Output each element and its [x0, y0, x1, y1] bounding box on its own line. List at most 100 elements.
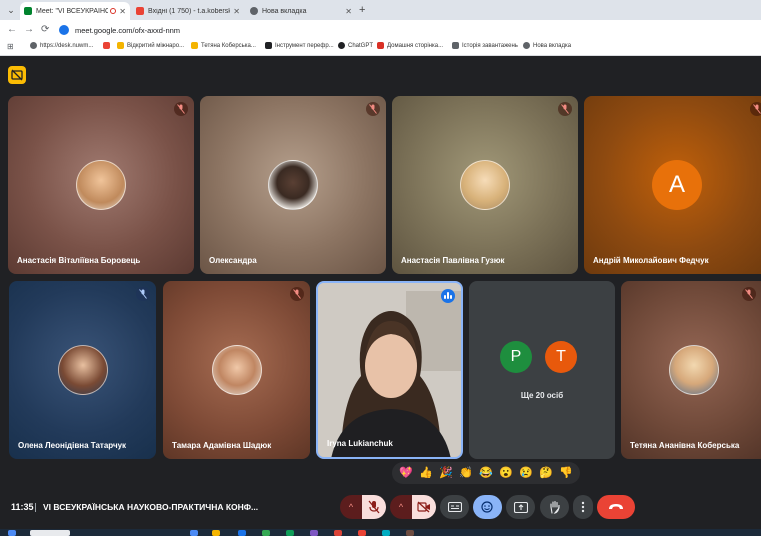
- participant-tile[interactable]: Анастасія Віталіївна Боровець: [8, 96, 194, 274]
- participant-tile[interactable]: Тетяна Ананівна Коберська: [621, 281, 761, 459]
- reactions-bar: 💖 👍 🎉 👏 😂 😮 😢 🤔 👎: [392, 462, 580, 484]
- captions-off-button[interactable]: [8, 66, 26, 84]
- chrome-favicon-icon: [250, 7, 258, 15]
- mic-off-icon: [750, 102, 761, 116]
- tab-label: Meet: "VI ВСЕУКРАЇНСЬКА: [36, 7, 109, 15]
- download-icon: [452, 42, 459, 49]
- avatar: [460, 160, 510, 210]
- bookmark-item[interactable]: [103, 42, 113, 49]
- bookmark-item[interactable]: Історія завантажень: [452, 42, 518, 49]
- search-box[interactable]: [30, 530, 70, 536]
- participant-tile[interactable]: Олена Леонідівна Татарчук: [9, 281, 156, 459]
- site-info-icon[interactable]: [59, 25, 69, 35]
- taskbar-app-icon[interactable]: [382, 530, 390, 536]
- participant-name: Андрій Миколайович Федчук: [593, 256, 709, 265]
- video-feed: [318, 283, 461, 457]
- reaction-thinking[interactable]: 🤔: [539, 466, 553, 480]
- participant-name: Олександра: [209, 256, 257, 265]
- avatar: [268, 160, 318, 210]
- bookmark-item[interactable]: https://desk.nuwm...: [30, 42, 93, 49]
- reaction-heart[interactable]: 💖: [399, 466, 413, 480]
- browser-tab-bar: ⌄ Meet: "VI ВСЕУКРАЇНСЬКА ✕ Вхідні (1 75…: [0, 0, 761, 20]
- participant-tile[interactable]: Анастасія Павлівна Гузюк: [392, 96, 578, 274]
- taskbar-app-icon[interactable]: [406, 530, 414, 536]
- reaction-clap[interactable]: 👏: [459, 466, 473, 480]
- mic-off-icon: [136, 287, 150, 301]
- taskbar-app-icon[interactable]: [358, 530, 366, 536]
- globe-icon: [30, 42, 37, 49]
- taskbar-app-icon[interactable]: [190, 530, 198, 536]
- meet-favicon-icon: [24, 7, 32, 15]
- tab-label: Нова вкладка: [262, 7, 307, 15]
- captions-icon: [448, 502, 462, 512]
- url-field[interactable]: meet.google.com/ofx-axxd-nnm: [56, 22, 761, 38]
- reaction-thumbs-up[interactable]: 👍: [419, 466, 433, 480]
- tab-new[interactable]: Нова вкладка ✕: [246, 2, 356, 20]
- close-tab-icon[interactable]: ✕: [233, 7, 240, 16]
- close-tab-icon[interactable]: ✕: [119, 7, 126, 16]
- others-tile[interactable]: P T Ще 20 осіб: [469, 281, 615, 459]
- tab-gmail[interactable]: Вхідні (1 750) - t.a.koberska@ ✕: [132, 2, 244, 20]
- reaction-sad[interactable]: 😢: [519, 466, 533, 480]
- bookmark-item[interactable]: ChatGPT: [338, 42, 373, 49]
- reaction-surprised[interactable]: 😮: [499, 466, 513, 480]
- apps-icon[interactable]: ⊞: [7, 42, 14, 51]
- taskbar-app-icon[interactable]: [212, 530, 220, 536]
- avatar: [669, 345, 719, 395]
- emoji-reactions-button[interactable]: [473, 495, 502, 519]
- speaking-indicator-icon: [441, 289, 455, 303]
- raise-hand-button[interactable]: [540, 495, 569, 519]
- present-screen-button[interactable]: [506, 495, 535, 519]
- participant-tile[interactable]: Тамара Адамівна Шадюк: [163, 281, 310, 459]
- gmail-favicon-icon: [136, 7, 144, 15]
- taskbar-app-icon[interactable]: [286, 530, 294, 536]
- reaction-party[interactable]: 🎉: [439, 466, 453, 480]
- taskbar-app-icon[interactable]: [334, 530, 342, 536]
- avatar: [76, 160, 126, 210]
- participant-name: Анастасія Павлівна Гузюк: [401, 256, 505, 265]
- participant-name: Тамара Адамівна Шадюк: [172, 441, 272, 450]
- taskbar-app-icon[interactable]: [238, 530, 246, 536]
- bookmark-item[interactable]: Домашня сторінка...: [377, 42, 443, 49]
- participant-tile[interactable]: A Андрій Миколайович Федчук: [584, 96, 761, 274]
- start-icon[interactable]: [8, 530, 16, 536]
- camera-toggle-button[interactable]: [412, 495, 436, 519]
- tab-search-icon[interactable]: ⌄: [4, 3, 18, 17]
- tab-label: Вхідні (1 750) - t.a.koberska@: [148, 7, 231, 15]
- captions-button[interactable]: [440, 495, 469, 519]
- gmail-icon: [103, 42, 110, 49]
- reaction-thumbs-down[interactable]: 👎: [559, 466, 573, 480]
- mic-toggle-button[interactable]: [362, 495, 386, 519]
- bookmark-label: Тетяна Коберська...: [201, 42, 256, 49]
- reaction-laugh[interactable]: 😂: [479, 466, 493, 480]
- bookmark-item[interactable]: Тетяна Коберська...: [191, 42, 256, 49]
- chatgpt-icon: [338, 42, 345, 49]
- hang-up-icon: [609, 504, 623, 509]
- participant-name: Iryna Lukianchuk: [327, 439, 393, 448]
- leave-call-button[interactable]: [597, 495, 635, 519]
- bookmark-item[interactable]: Відкритий міжнаро...: [117, 42, 184, 49]
- bookmark-label: Інструмент перефр...: [275, 42, 334, 49]
- taskbar-app-icon[interactable]: [310, 530, 318, 536]
- bookmark-item[interactable]: Інструмент перефр...: [265, 42, 334, 49]
- reload-icon[interactable]: ⟳: [41, 24, 49, 35]
- tab-meet[interactable]: Meet: "VI ВСЕУКРАЇНСЬКА ✕: [20, 2, 130, 20]
- audio-options-button[interactable]: ^: [340, 495, 362, 519]
- more-options-button[interactable]: [573, 495, 593, 519]
- mic-off-icon: [558, 102, 572, 116]
- bookmark-label: Відкритий міжнаро...: [127, 42, 185, 49]
- video-options-button[interactable]: ^: [390, 495, 412, 519]
- participant-name: Анастасія Віталіївна Боровець: [17, 256, 141, 265]
- forward-icon[interactable]: →: [24, 24, 34, 35]
- participant-tile-active-speaker[interactable]: Iryna Lukianchuk: [316, 281, 463, 459]
- new-tab-button[interactable]: +: [359, 4, 365, 16]
- close-tab-icon[interactable]: ✕: [345, 7, 352, 16]
- bookmark-icon: [265, 42, 272, 49]
- mic-off-icon: [368, 500, 380, 514]
- bookmark-item[interactable]: Нова вкладка: [523, 42, 571, 49]
- participant-tile[interactable]: Олександра: [200, 96, 386, 274]
- taskbar-app-icon[interactable]: [262, 530, 270, 536]
- more-vert-icon: [581, 501, 585, 513]
- back-icon[interactable]: ←: [7, 24, 17, 35]
- emoji-icon: [481, 501, 493, 513]
